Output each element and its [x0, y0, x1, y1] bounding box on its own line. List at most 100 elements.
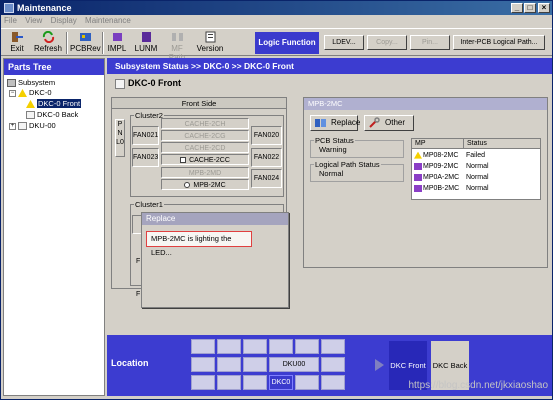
maximize-button[interactable]: □ — [524, 3, 536, 13]
logical-path-status-label: Logical Path Status — [314, 160, 381, 169]
refresh-icon — [42, 31, 54, 43]
pin-button[interactable]: Pin... — [410, 35, 450, 50]
location-slot[interactable] — [321, 339, 345, 354]
tree-node-dkc0[interactable]: − DKC-0 — [9, 88, 52, 98]
menu-bar: File View Display Maintenance — [1, 15, 552, 27]
app-icon — [4, 3, 14, 13]
mp-cell: MP0A-2MC — [423, 174, 460, 181]
pnl0-slot[interactable]: PNL0 — [115, 119, 125, 157]
location-slot[interactable] — [295, 375, 319, 390]
pcbrev-icon — [79, 33, 91, 41]
fan021-slot[interactable]: FAN021 — [132, 126, 159, 145]
logical-path-status-group: Logical Path Status Normal — [310, 160, 404, 182]
replace-icon — [315, 119, 326, 127]
location-slot[interactable] — [243, 339, 267, 354]
impl-label: IMPL — [107, 44, 127, 53]
tree-label: DKC-0 Front — [37, 99, 82, 108]
logic-function-tab[interactable]: Logic Function — [255, 32, 319, 54]
fan022-slot[interactable]: FAN022 — [251, 148, 282, 167]
location-slot[interactable] — [191, 357, 215, 372]
table-row[interactable]: MP09-2MC Normal — [412, 162, 540, 172]
refresh-button[interactable]: Refresh — [32, 31, 64, 55]
inter-pcb-logical-path-button[interactable]: Inter-PCB Logical Path... — [453, 35, 545, 50]
menu-file[interactable]: File — [1, 15, 20, 26]
cache-2cc-slot[interactable]: CACHE-2CC — [161, 154, 249, 165]
status-cell: Normal — [466, 163, 489, 170]
table-row[interactable]: MP0B-2MC Normal — [412, 184, 540, 194]
menu-display[interactable]: Display — [48, 15, 80, 26]
pcb-status-value: Warning — [319, 145, 347, 154]
version-button[interactable]: Version — [196, 31, 224, 55]
copy-button[interactable]: Copy... — [367, 35, 407, 50]
mp-table: MP Status MP08-2MC Failed MP09-2MC Norma… — [411, 138, 541, 200]
tree-node-dkc0-back[interactable]: DKC-0 Back — [26, 110, 78, 120]
location-slot[interactable] — [217, 357, 241, 372]
tree-node-dkc0-front[interactable]: DKC-0 Front — [26, 99, 82, 109]
lunm-button[interactable]: LUNM — [134, 31, 158, 55]
cache-2cd-slot[interactable]: CACHE-2CD — [161, 142, 249, 153]
dku00-slot[interactable]: DKU00 — [269, 357, 319, 372]
tree-node-dku00[interactable]: + DKU-00 — [9, 121, 56, 131]
location-slot[interactable] — [191, 375, 215, 390]
close-button[interactable]: × — [538, 3, 550, 13]
window-title: Maintenance — [17, 3, 72, 13]
mpb-2md-slot[interactable]: MPB-2MD — [161, 167, 249, 178]
pcbrev-button[interactable]: PCBRev — [70, 31, 101, 55]
checkbox-icon[interactable] — [180, 157, 187, 164]
status-column-header[interactable]: Status — [464, 139, 540, 149]
cache-2cg-slot[interactable]: CACHE-2CG — [161, 130, 249, 141]
cache-2cc-label: CACHE-2CC — [189, 157, 230, 164]
front-side-header: Front Side — [112, 98, 286, 109]
location-slot[interactable] — [217, 339, 241, 354]
radio-icon[interactable] — [184, 182, 191, 189]
cache-2ch-slot[interactable]: CACHE-2CH — [161, 118, 249, 129]
fan020-slot[interactable]: FAN020 — [251, 126, 282, 145]
exit-button[interactable]: Exit — [5, 31, 29, 55]
toolbar-separator — [102, 32, 104, 54]
mp-icon — [414, 162, 422, 170]
replace-button[interactable]: Replace — [310, 115, 360, 131]
pcb-status-label: PCB Status — [314, 136, 355, 145]
ldev-button[interactable]: LDEV... — [324, 35, 364, 50]
mpb-detail-panel: MPB-2MC Replace Other PCB Status Warning… — [303, 97, 548, 268]
parts-tree-panel: Parts Tree Subsystem − DKC-0 DKC-0 Front … — [3, 58, 105, 396]
page-title-text: DKC-0 Front — [128, 78, 181, 88]
location-slot[interactable] — [243, 357, 267, 372]
location-slot[interactable] — [243, 375, 267, 390]
title-bar[interactable]: Maintenance _ □ × — [1, 1, 552, 15]
dkc0-slot[interactable]: DKC0 — [269, 375, 293, 390]
other-button[interactable]: Other — [364, 115, 414, 131]
version-icon — [205, 31, 215, 43]
table-row[interactable]: MP08-2MC Failed — [412, 151, 540, 161]
location-slot[interactable] — [269, 339, 293, 354]
status-cell: Normal — [466, 174, 489, 181]
tree-label: DKU-00 — [29, 121, 56, 130]
table-row[interactable]: MP0A-2MC Normal — [412, 173, 540, 183]
warning-icon — [26, 100, 35, 109]
page-title: DKC-0 Front — [115, 78, 181, 89]
menu-view[interactable]: View — [22, 15, 45, 26]
fan024-slot[interactable]: FAN024 — [251, 169, 282, 188]
app-window: Maintenance _ □ × File View Display Main… — [0, 0, 553, 400]
impl-icon — [112, 33, 122, 41]
mpb-2mc-label: MPB-2MC — [193, 182, 226, 189]
fan023-slot[interactable]: FAN023 — [132, 148, 159, 167]
location-slot[interactable] — [321, 375, 345, 390]
mp-cell: MP08-2MC — [423, 152, 459, 159]
collapse-icon[interactable]: − — [9, 89, 16, 97]
expand-icon[interactable]: + — [9, 122, 16, 130]
minimize-button[interactable]: _ — [511, 3, 523, 13]
location-slot[interactable] — [217, 375, 241, 390]
menu-maintenance[interactable]: Maintenance — [82, 15, 134, 26]
location-slot[interactable] — [321, 357, 345, 372]
impl-button[interactable]: IMPL — [106, 31, 128, 55]
replace-dialog-title[interactable]: Replace — [142, 213, 288, 225]
tree-node-subsystem[interactable]: Subsystem — [7, 78, 55, 88]
mf-path-button[interactable]: MF Path — [162, 31, 192, 62]
location-slot[interactable] — [295, 339, 319, 354]
other-label: Other — [385, 118, 406, 127]
location-slot[interactable] — [191, 339, 215, 354]
mp-column-header[interactable]: MP — [412, 139, 464, 149]
toolbar: Exit Refresh PCBRev IMPL LUNM MF Path Ve… — [1, 28, 552, 62]
mpb-2mc-slot[interactable]: MPB-2MC — [161, 179, 249, 190]
